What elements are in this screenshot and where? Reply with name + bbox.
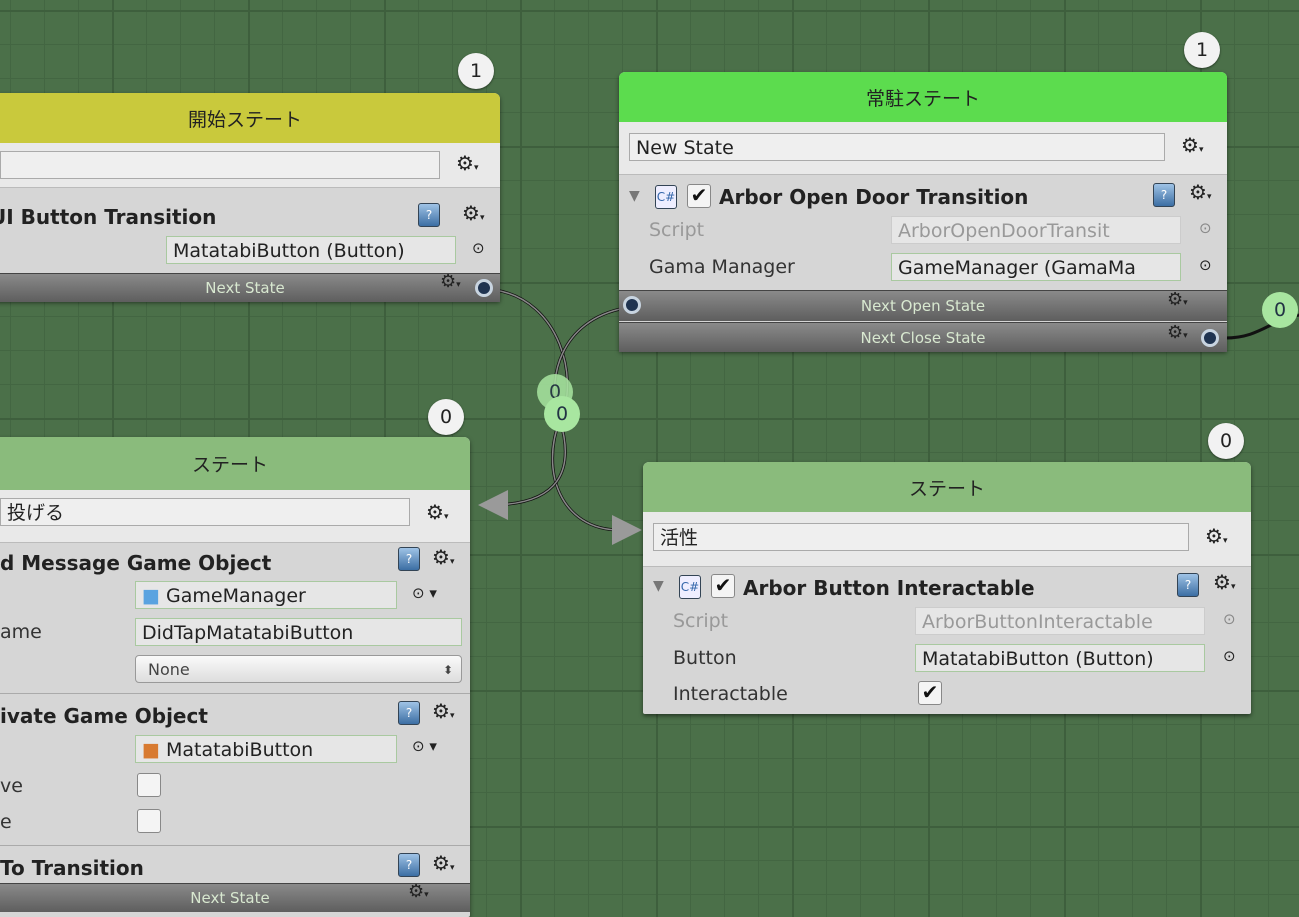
button-object-field[interactable]: MatatabiButton (Button) <box>166 236 456 264</box>
gear-icon[interactable]: ⚙ <box>432 699 454 723</box>
help-icon[interactable]: ? <box>398 853 420 877</box>
gear-icon[interactable]: ⚙ <box>1205 524 1227 548</box>
gameobject-icon: ■ <box>142 585 160 607</box>
interactable-checkbox[interactable]: ✔ <box>918 681 942 705</box>
state-count-badge: 0 <box>428 399 464 435</box>
method-name-label: ame <box>0 621 42 643</box>
target-value: MatatabiButton <box>166 739 314 761</box>
state-name-input[interactable]: 投げる <box>0 498 410 526</box>
gear-icon[interactable]: ⚙ <box>1189 180 1211 204</box>
gear-icon[interactable]: ⚙ <box>432 851 454 875</box>
state-title[interactable]: 開始ステート <box>0 93 500 143</box>
target-object-field[interactable]: ■ GameManager <box>135 581 397 609</box>
behaviour-title: Arbor Open Door Transition <box>719 185 1029 209</box>
next-state-bar[interactable]: Next State <box>0 883 470 912</box>
next-open-state-bar[interactable]: Next Open State <box>619 290 1227 321</box>
behaviour-title: ivate Game Object <box>0 704 208 728</box>
gear-icon[interactable]: ⚙ <box>1181 133 1203 157</box>
button-label: Button <box>673 647 737 669</box>
help-icon[interactable]: ? <box>398 701 420 725</box>
gear-icon[interactable]: ⚙ <box>408 881 429 902</box>
state-count-badge: 1 <box>1184 32 1220 68</box>
transition-count-badge: 0 <box>1262 292 1298 328</box>
arrow-left <box>478 490 508 520</box>
behaviour-title: To Transition <box>0 856 144 880</box>
gear-icon[interactable]: ⚙ <box>462 201 484 225</box>
script-field: ArborButtonInteractable <box>915 607 1205 635</box>
object-picker-icon[interactable]: ⊙ ▾ <box>412 584 437 602</box>
help-icon[interactable]: ? <box>1153 183 1175 207</box>
gear-icon[interactable]: ⚙ <box>426 500 448 524</box>
state-node-start[interactable]: 開始ステート ⚙ UI Button Transition ? ⚙ Matata… <box>0 93 500 302</box>
prefab-icon: ■ <box>142 739 160 761</box>
gama-manager-field[interactable]: GameManager (GamaMa <box>891 253 1181 281</box>
gear-icon[interactable]: ⚙ <box>440 271 461 292</box>
gear-icon[interactable]: ⚙ <box>1167 289 1188 310</box>
help-icon[interactable]: ? <box>1177 573 1199 597</box>
gear-icon[interactable]: ⚙ <box>1167 322 1188 343</box>
next-state-bar[interactable]: Next State <box>0 273 500 302</box>
transition-slot[interactable] <box>475 279 493 297</box>
state-node-activate[interactable]: ステート 活性 ⚙ ▼ C# ✔ Arbor Button Interactabl… <box>643 462 1251 714</box>
state-title[interactable]: ステート <box>0 437 470 490</box>
object-picker-icon[interactable]: ⊙ <box>472 239 485 257</box>
enabled-checkbox[interactable]: ✔ <box>687 184 711 208</box>
state-node-throw[interactable]: ステート 投げる ⚙ d Message Game Object ? ⚙ ■ Ga… <box>0 437 470 917</box>
behaviour-title: d Message Game Object <box>0 551 272 575</box>
option-value: None <box>148 660 190 679</box>
state-title[interactable]: 常駐ステート <box>619 72 1227 122</box>
transition-count-badge: 0 <box>544 396 580 432</box>
gear-icon[interactable]: ⚙ <box>432 545 454 569</box>
next-state-label: Next State <box>205 279 285 297</box>
target-object-field[interactable]: ■ MatatabiButton <box>135 735 397 763</box>
arrow-right <box>612 515 642 545</box>
active-checkbox[interactable] <box>137 773 161 797</box>
object-picker-icon[interactable]: ⊙ ▾ <box>412 737 437 755</box>
option-label: e <box>0 811 12 833</box>
state-name-input[interactable]: 活性 <box>653 523 1189 551</box>
script-label: Script <box>673 610 729 632</box>
gear-icon[interactable]: ⚙ <box>1213 570 1235 594</box>
script-icon: C# <box>655 185 677 209</box>
behaviour-title: UI Button Transition <box>0 205 217 229</box>
script-label: Script <box>649 219 705 241</box>
button-field[interactable]: MatatabiButton (Button) <box>915 644 1205 672</box>
foldout-icon[interactable]: ▼ <box>653 578 664 594</box>
object-picker-icon[interactable]: ⊙ <box>1199 256 1212 274</box>
state-count-badge: 1 <box>458 53 494 89</box>
next-close-state-label: Next Close State <box>860 328 986 347</box>
help-icon[interactable]: ? <box>418 203 440 227</box>
transition-slot[interactable] <box>1201 329 1219 347</box>
transition-slot[interactable] <box>623 296 641 314</box>
state-count-badge: 0 <box>1208 423 1244 459</box>
object-picker-icon[interactable]: ⊙ <box>1199 219 1212 237</box>
script-field: ArborOpenDoorTransit <box>891 216 1181 244</box>
script-icon: C# <box>679 575 701 599</box>
foldout-icon[interactable]: ▼ <box>629 188 640 204</box>
option-checkbox[interactable] <box>137 809 161 833</box>
option-dropdown[interactable]: None ⬍ <box>135 655 462 683</box>
next-state-label: Next State <box>190 889 270 907</box>
state-node-resident[interactable]: 常駐ステート New State ⚙ ▼ C# ✔ Arbor Open Door… <box>619 72 1227 352</box>
gama-manager-label: Gama Manager <box>649 256 795 278</box>
state-name-input[interactable] <box>0 151 440 179</box>
help-icon[interactable]: ? <box>398 547 420 571</box>
behaviour-title: Arbor Button Interactable <box>743 576 1035 600</box>
target-value: GameManager <box>166 585 306 607</box>
enabled-checkbox[interactable]: ✔ <box>711 574 735 598</box>
state-name-input[interactable]: New State <box>629 133 1165 161</box>
active-label: ve <box>0 775 23 797</box>
object-picker-icon[interactable]: ⊙ <box>1223 647 1236 665</box>
next-open-state-label: Next Open State <box>860 297 986 315</box>
gear-icon[interactable]: ⚙ <box>456 151 478 175</box>
interactable-label: Interactable <box>673 683 788 705</box>
object-picker-icon[interactable]: ⊙ <box>1223 610 1236 628</box>
next-close-state-bar[interactable]: Next Close State <box>619 322 1227 352</box>
method-name-input[interactable]: DidTapMatatabiButton <box>135 618 462 646</box>
state-title[interactable]: ステート <box>643 462 1251 512</box>
